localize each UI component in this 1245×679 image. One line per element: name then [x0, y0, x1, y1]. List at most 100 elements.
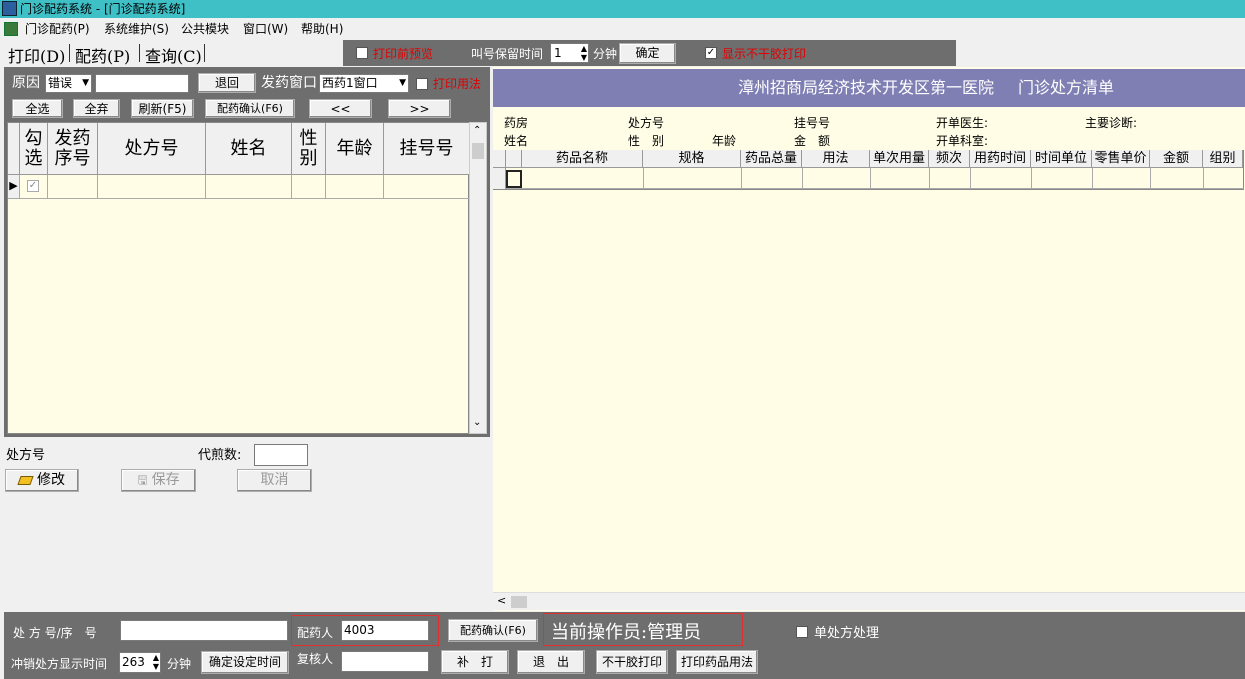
table-cell[interactable]: [384, 175, 470, 199]
grid-header-check[interactable]: 勾选: [20, 123, 48, 175]
dispenser-input[interactable]: 4003: [341, 620, 429, 641]
discard-all-button[interactable]: 全弃: [73, 99, 120, 118]
reason-select[interactable]: 错误 ▼: [45, 74, 92, 93]
confirm-button[interactable]: 确定: [619, 43, 676, 64]
window-select[interactable]: 西药1窗口 ▼: [319, 74, 409, 93]
drug-row-focus-cell[interactable]: [506, 170, 522, 188]
info-name: 姓名: [504, 134, 529, 148]
tab-dispense[interactable]: 配药(P): [75, 43, 130, 67]
col-total[interactable]: 药品总量: [741, 150, 802, 168]
print-usage-button[interactable]: 打印药品用法: [676, 650, 758, 674]
dry-print-label: 显示不干胶打印: [722, 47, 807, 61]
set-time-button[interactable]: 确定设定时间: [201, 651, 289, 674]
col-freq[interactable]: 频次: [929, 150, 970, 168]
current-operator: 当前操作员:管理员: [551, 622, 702, 643]
print-usage-checkbox[interactable]: [416, 78, 428, 90]
table-cell[interactable]: [206, 175, 292, 199]
info-dept: 开单科室:: [936, 134, 989, 148]
col-usage[interactable]: 用法: [802, 150, 870, 168]
info-reg-no: 挂号号: [794, 116, 831, 130]
print-preview-label: 打印前预览: [373, 47, 434, 61]
bottom-dispense-confirm-button[interactable]: 配药确认(F6): [448, 619, 538, 642]
col-drug-name[interactable]: 药品名称: [522, 150, 643, 168]
call-retain-spinner[interactable]: 1 ▲ ▼: [550, 43, 589, 63]
horizontal-scrollbar[interactable]: <: [493, 592, 1245, 610]
prev-page-button[interactable]: <<: [309, 99, 372, 118]
refresh-button[interactable]: 刷新(F5): [131, 99, 194, 118]
select-all-button[interactable]: 全选: [12, 99, 63, 118]
decoct-input[interactable]: [254, 444, 308, 466]
grid-header-age[interactable]: 年龄: [326, 123, 384, 175]
info-rx-no: 处方号: [628, 116, 665, 130]
window-label: 发药窗口: [261, 75, 317, 91]
reason-text-input[interactable]: [95, 74, 189, 93]
col-group[interactable]: 组别: [1203, 150, 1243, 168]
modify-button[interactable]: 修改: [5, 469, 79, 492]
hscroll-thumb[interactable]: [511, 596, 527, 608]
scroll-up-icon[interactable]: ⌃: [473, 125, 481, 136]
col-divider: [970, 168, 971, 189]
table-cell[interactable]: [292, 175, 326, 199]
row-indicator-header: [8, 123, 20, 175]
col-unit-price[interactable]: 零售单价: [1092, 150, 1150, 168]
spinner-arrows-icon[interactable]: ▲ ▼: [581, 44, 587, 62]
menu-help[interactable]: 帮助(H): [301, 18, 343, 40]
scroll-thumb[interactable]: [472, 143, 484, 159]
menu-dispense[interactable]: 门诊配药(P): [25, 18, 90, 40]
reprint-button[interactable]: 补 打: [441, 650, 509, 674]
col-divider: [1092, 168, 1093, 189]
info-sex: 性 别: [628, 134, 665, 148]
col-time[interactable]: 用药时间: [970, 150, 1031, 168]
table-cell[interactable]: [98, 175, 206, 199]
dry-print-checkbox[interactable]: ✓: [705, 47, 717, 59]
grid-header-name[interactable]: 姓名: [206, 123, 292, 175]
table-cell[interactable]: [48, 175, 98, 199]
grid-vertical-scrollbar[interactable]: ⌃ ⌄: [469, 122, 487, 434]
col-dose[interactable]: 单次用量: [870, 150, 929, 168]
cancel-time-spinner[interactable]: 263 ▲ ▼: [119, 652, 161, 673]
tab-query[interactable]: 查询(C): [145, 43, 202, 67]
col-time-unit[interactable]: 时间单位: [1031, 150, 1092, 168]
patient-grid[interactable]: 勾选 发药序号 处方号 姓名 性别 年龄 挂号号 ▶ ✓: [7, 122, 470, 434]
tab-print[interactable]: 打印(D): [8, 43, 65, 67]
grid-header-sex[interactable]: 性别: [292, 123, 326, 175]
save-button[interactable]: 🖫 保存: [121, 469, 196, 492]
disk-icon: 🖫: [137, 473, 148, 487]
exit-button[interactable]: 退 出: [517, 650, 585, 674]
next-page-button[interactable]: >>: [388, 99, 451, 118]
single-rx-checkbox[interactable]: [796, 626, 808, 638]
eraser-icon: [17, 475, 34, 485]
sticker-print-button[interactable]: 不干胶打印: [596, 650, 668, 674]
grid-header-seq[interactable]: 发药序号: [48, 123, 98, 175]
col-divider: [643, 168, 644, 189]
menu-public[interactable]: 公共模块: [181, 18, 229, 40]
row-checkbox-cell[interactable]: ✓: [20, 175, 48, 199]
reviewer-label: 复核人: [297, 652, 334, 666]
spinner-arrows-icon[interactable]: ▲ ▼: [153, 653, 159, 671]
menu-bar: 门诊配药(P) 系统维护(S) 公共模块 窗口(W) 帮助(H): [0, 18, 1245, 40]
menu-system[interactable]: 系统维护(S): [104, 18, 169, 40]
rx-seq-input[interactable]: [120, 620, 288, 641]
cancel-button[interactable]: 取消: [237, 469, 312, 492]
scroll-down-icon[interactable]: ⌄: [473, 417, 481, 428]
reviewer-input[interactable]: [341, 651, 429, 672]
menu-app-icon: [4, 22, 18, 36]
col-spec[interactable]: 规格: [643, 150, 741, 168]
grid-header-reg[interactable]: 挂号号: [384, 123, 470, 175]
menu-window[interactable]: 窗口(W): [243, 18, 288, 40]
scroll-left-icon[interactable]: <: [497, 594, 506, 607]
grid-header-rx[interactable]: 处方号: [98, 123, 206, 175]
rx-number-label: 处方号: [6, 448, 46, 463]
drug-table-row[interactable]: [493, 168, 1244, 189]
window-value: 西药1窗口: [322, 76, 378, 90]
col-amount[interactable]: 金额: [1150, 150, 1203, 168]
col-divider: [802, 168, 803, 189]
cancel-time-value: 263: [122, 655, 145, 669]
dispense-confirm-button[interactable]: 配药确认(F6): [205, 99, 295, 118]
table-cell[interactable]: [326, 175, 384, 199]
col-divider: [929, 168, 930, 189]
col-divider: [1031, 168, 1032, 189]
row-checkbox[interactable]: ✓: [27, 180, 39, 192]
print-preview-checkbox[interactable]: [356, 47, 368, 59]
return-button[interactable]: 退回: [198, 73, 256, 93]
